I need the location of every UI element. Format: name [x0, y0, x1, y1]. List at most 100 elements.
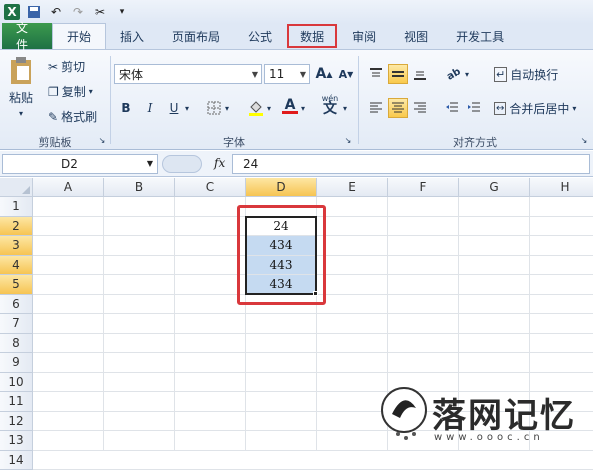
- alignment-launcher-icon[interactable]: ↘: [578, 134, 590, 146]
- align-middle-icon: [391, 67, 405, 81]
- align-right-button[interactable]: [410, 98, 430, 118]
- font-size-combo[interactable]: 11 ▼: [264, 64, 310, 84]
- row-header-10[interactable]: 10: [0, 373, 33, 393]
- cut-label: 剪切: [61, 58, 85, 75]
- column-header-b[interactable]: B: [104, 178, 175, 197]
- underline-dropdown-icon[interactable]: ▾: [182, 98, 192, 118]
- orientation-button[interactable]: ab: [444, 64, 464, 84]
- formula-input[interactable]: 24: [232, 154, 590, 174]
- row-header-6[interactable]: 6: [0, 295, 33, 315]
- select-all-corner[interactable]: [0, 178, 33, 197]
- align-left-button[interactable]: [366, 98, 386, 118]
- tab-view[interactable]: 视图: [390, 23, 442, 49]
- undo-icon[interactable]: ↶: [48, 4, 64, 20]
- watermark-logo-icon: [380, 384, 430, 444]
- phonetic-dropdown-icon[interactable]: ▾: [340, 98, 350, 118]
- increase-indent-button[interactable]: [464, 98, 484, 118]
- row-header-13[interactable]: 13: [0, 431, 33, 451]
- merge-center-button[interactable]: ↔ 合并后居中 ▾: [494, 100, 576, 117]
- column-header-f[interactable]: F: [388, 178, 459, 197]
- paste-dropdown-icon: ▾: [19, 109, 23, 118]
- row-header-11[interactable]: 11: [0, 392, 33, 412]
- merge-dropdown-icon: ▾: [572, 104, 576, 113]
- format-painter-button[interactable]: ✎ 格式刷: [48, 108, 97, 125]
- column-header-c[interactable]: C: [175, 178, 246, 197]
- tab-review[interactable]: 审阅: [338, 23, 390, 49]
- fill-color-dropdown-icon[interactable]: ▾: [264, 98, 274, 118]
- formula-bar-splitter[interactable]: [162, 155, 202, 173]
- bold-button[interactable]: B: [116, 98, 136, 118]
- paste-button[interactable]: 粘贴 ▾: [8, 56, 34, 118]
- row-header-3[interactable]: 3: [0, 236, 33, 256]
- row-header-5[interactable]: 5: [0, 275, 33, 295]
- align-center-button[interactable]: [388, 98, 408, 118]
- row-header-2[interactable]: 2: [0, 217, 33, 237]
- column-header-g[interactable]: G: [459, 178, 530, 197]
- align-left-icon: [369, 101, 383, 115]
- column-header-e[interactable]: E: [317, 178, 388, 197]
- grow-font-button[interactable]: A▲: [314, 64, 334, 84]
- borders-icon: [207, 101, 221, 115]
- cut-button[interactable]: ✂ 剪切: [48, 58, 85, 75]
- row-header-4[interactable]: 4: [0, 256, 33, 276]
- orientation-dropdown-icon[interactable]: ▾: [462, 64, 472, 84]
- paste-label: 粘贴: [9, 89, 33, 106]
- paste-icon: [8, 56, 34, 86]
- align-top-button[interactable]: [366, 64, 386, 84]
- copy-icon: ❐: [48, 85, 59, 99]
- tab-data[interactable]: 数据: [286, 23, 338, 49]
- row-gridline: [33, 313, 593, 314]
- row-gridline: [33, 333, 593, 334]
- shrink-font-button[interactable]: A▼: [336, 64, 356, 84]
- fill-color-button[interactable]: [246, 98, 266, 118]
- row-header-14[interactable]: 14: [0, 451, 33, 470]
- row-header-1[interactable]: 1: [0, 197, 33, 217]
- underline-button[interactable]: U: [164, 98, 184, 118]
- column-header-d[interactable]: D: [246, 178, 317, 197]
- phonetic-button[interactable]: wén 文: [320, 94, 340, 114]
- tab-developer[interactable]: 开发工具: [442, 23, 518, 49]
- redo-icon[interactable]: ↷: [70, 4, 86, 20]
- tab-file[interactable]: 文件: [2, 23, 52, 49]
- tools-icon[interactable]: ✂: [92, 4, 108, 20]
- save-icon[interactable]: [26, 4, 42, 20]
- align-bottom-button[interactable]: [410, 64, 430, 84]
- wrap-text-label: 自动换行: [510, 66, 558, 83]
- tab-formulas[interactable]: 公式: [234, 23, 286, 49]
- font-name-combo[interactable]: 宋体 ▼: [114, 64, 262, 84]
- column-header-a[interactable]: A: [33, 178, 104, 197]
- copy-button[interactable]: ❐ 复制 ▾: [48, 83, 93, 100]
- borders-dropdown-icon[interactable]: ▾: [222, 98, 232, 118]
- tab-page-layout[interactable]: 页面布局: [158, 23, 234, 49]
- tab-home[interactable]: 开始: [52, 23, 106, 49]
- copy-label: 复制: [62, 83, 86, 100]
- align-top-icon: [369, 67, 383, 81]
- clipboard-launcher-icon[interactable]: ↘: [96, 134, 108, 146]
- watermark-text: 落网记忆: [432, 388, 576, 437]
- tab-insert[interactable]: 插入: [106, 23, 158, 49]
- row-header-12[interactable]: 12: [0, 412, 33, 432]
- chevron-down-icon: ▼: [252, 70, 258, 79]
- font-color-button[interactable]: A: [280, 96, 300, 116]
- italic-button[interactable]: I: [140, 98, 160, 118]
- wrap-text-button[interactable]: ↵ 自动换行: [494, 66, 558, 83]
- copy-dropdown-icon: ▾: [89, 87, 93, 96]
- insert-function-icon[interactable]: fx: [214, 156, 225, 170]
- row-header-8[interactable]: 8: [0, 334, 33, 354]
- customize-qat-icon[interactable]: ▾: [114, 4, 130, 20]
- phonetic-icon: 文: [323, 104, 337, 114]
- row-header-9[interactable]: 9: [0, 353, 33, 373]
- row-header-7[interactable]: 7: [0, 314, 33, 334]
- name-box[interactable]: D2 ▼: [2, 154, 158, 174]
- quick-access-toolbar: X ↶ ↷ ✂ ▾: [0, 0, 593, 24]
- borders-button[interactable]: [204, 98, 224, 118]
- font-color-dropdown-icon[interactable]: ▾: [298, 98, 308, 118]
- alignment-group-label: 对齐方式: [360, 134, 590, 150]
- decrease-indent-button[interactable]: [442, 98, 462, 118]
- font-name-value: 宋体: [119, 66, 143, 83]
- align-middle-button[interactable]: [388, 64, 408, 84]
- column-header-h[interactable]: H: [530, 178, 593, 197]
- row-gridline: [33, 352, 593, 353]
- annotation-highlight-box: [237, 205, 326, 305]
- font-launcher-icon[interactable]: ↘: [342, 134, 354, 146]
